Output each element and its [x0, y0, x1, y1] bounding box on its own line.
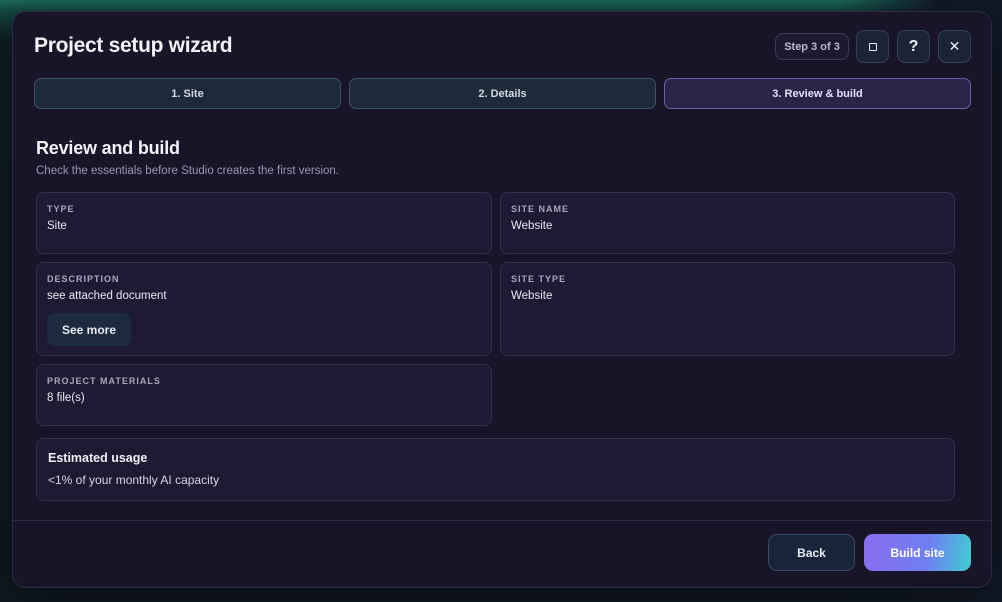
close-icon: ✕ — [948, 38, 961, 54]
summary-card-type: TYPE Site — [36, 192, 492, 254]
field-value: Website — [511, 290, 553, 302]
field-value: Site — [47, 220, 67, 232]
dialog-title: Project setup wizard — [34, 34, 233, 57]
step-tabs: 1. Site 2. Details 3. Review & build — [34, 78, 972, 109]
question-mark-icon: ? — [908, 37, 919, 55]
step-tab-site[interactable]: 1. Site — [34, 78, 341, 109]
step-tab-details[interactable]: 2. Details — [349, 78, 656, 109]
field-value: 8 file(s) — [47, 392, 85, 404]
field-value: see attached document — [47, 290, 167, 302]
wizard-dialog: Project setup wizard Step 3 of 3 ? ✕ 1. … — [12, 11, 992, 588]
section-subtitle: Check the essentials before Studio creat… — [36, 165, 339, 177]
see-more-button[interactable]: See more — [47, 313, 131, 346]
summary-card-description: DESCRIPTION see attached document See mo… — [36, 262, 492, 356]
restore-window-button[interactable] — [856, 30, 889, 63]
field-value: Website — [511, 220, 553, 232]
summary-card-site-type: SITE TYPE Website — [500, 262, 955, 356]
step-indicator-badge: Step 3 of 3 — [775, 33, 849, 60]
build-site-button[interactable]: Build site — [864, 534, 971, 571]
section-title: Review and build — [36, 138, 180, 158]
restore-icon — [868, 42, 877, 51]
summary-card-project-materials: PROJECT MATERIALS 8 file(s) — [36, 364, 492, 426]
back-button[interactable]: Back — [768, 534, 855, 571]
close-button[interactable]: ✕ — [938, 30, 971, 63]
footer-divider — [13, 520, 991, 521]
field-label: SITE TYPE — [511, 274, 567, 284]
field-label: DESCRIPTION — [47, 274, 120, 284]
field-label: TYPE — [47, 204, 75, 214]
help-button[interactable]: ? — [897, 30, 930, 63]
summary-card-site-name: SITE NAME Website — [500, 192, 955, 254]
field-label: SITE NAME — [511, 204, 570, 214]
estimated-usage-panel: Estimated usage <1% of your monthly AI c… — [36, 438, 955, 501]
usage-title: Estimated usage — [48, 451, 148, 465]
field-label: PROJECT MATERIALS — [47, 376, 161, 386]
step-tab-review-build[interactable]: 3. Review & build — [664, 78, 971, 109]
usage-text: <1% of your monthly AI capacity — [48, 473, 220, 487]
